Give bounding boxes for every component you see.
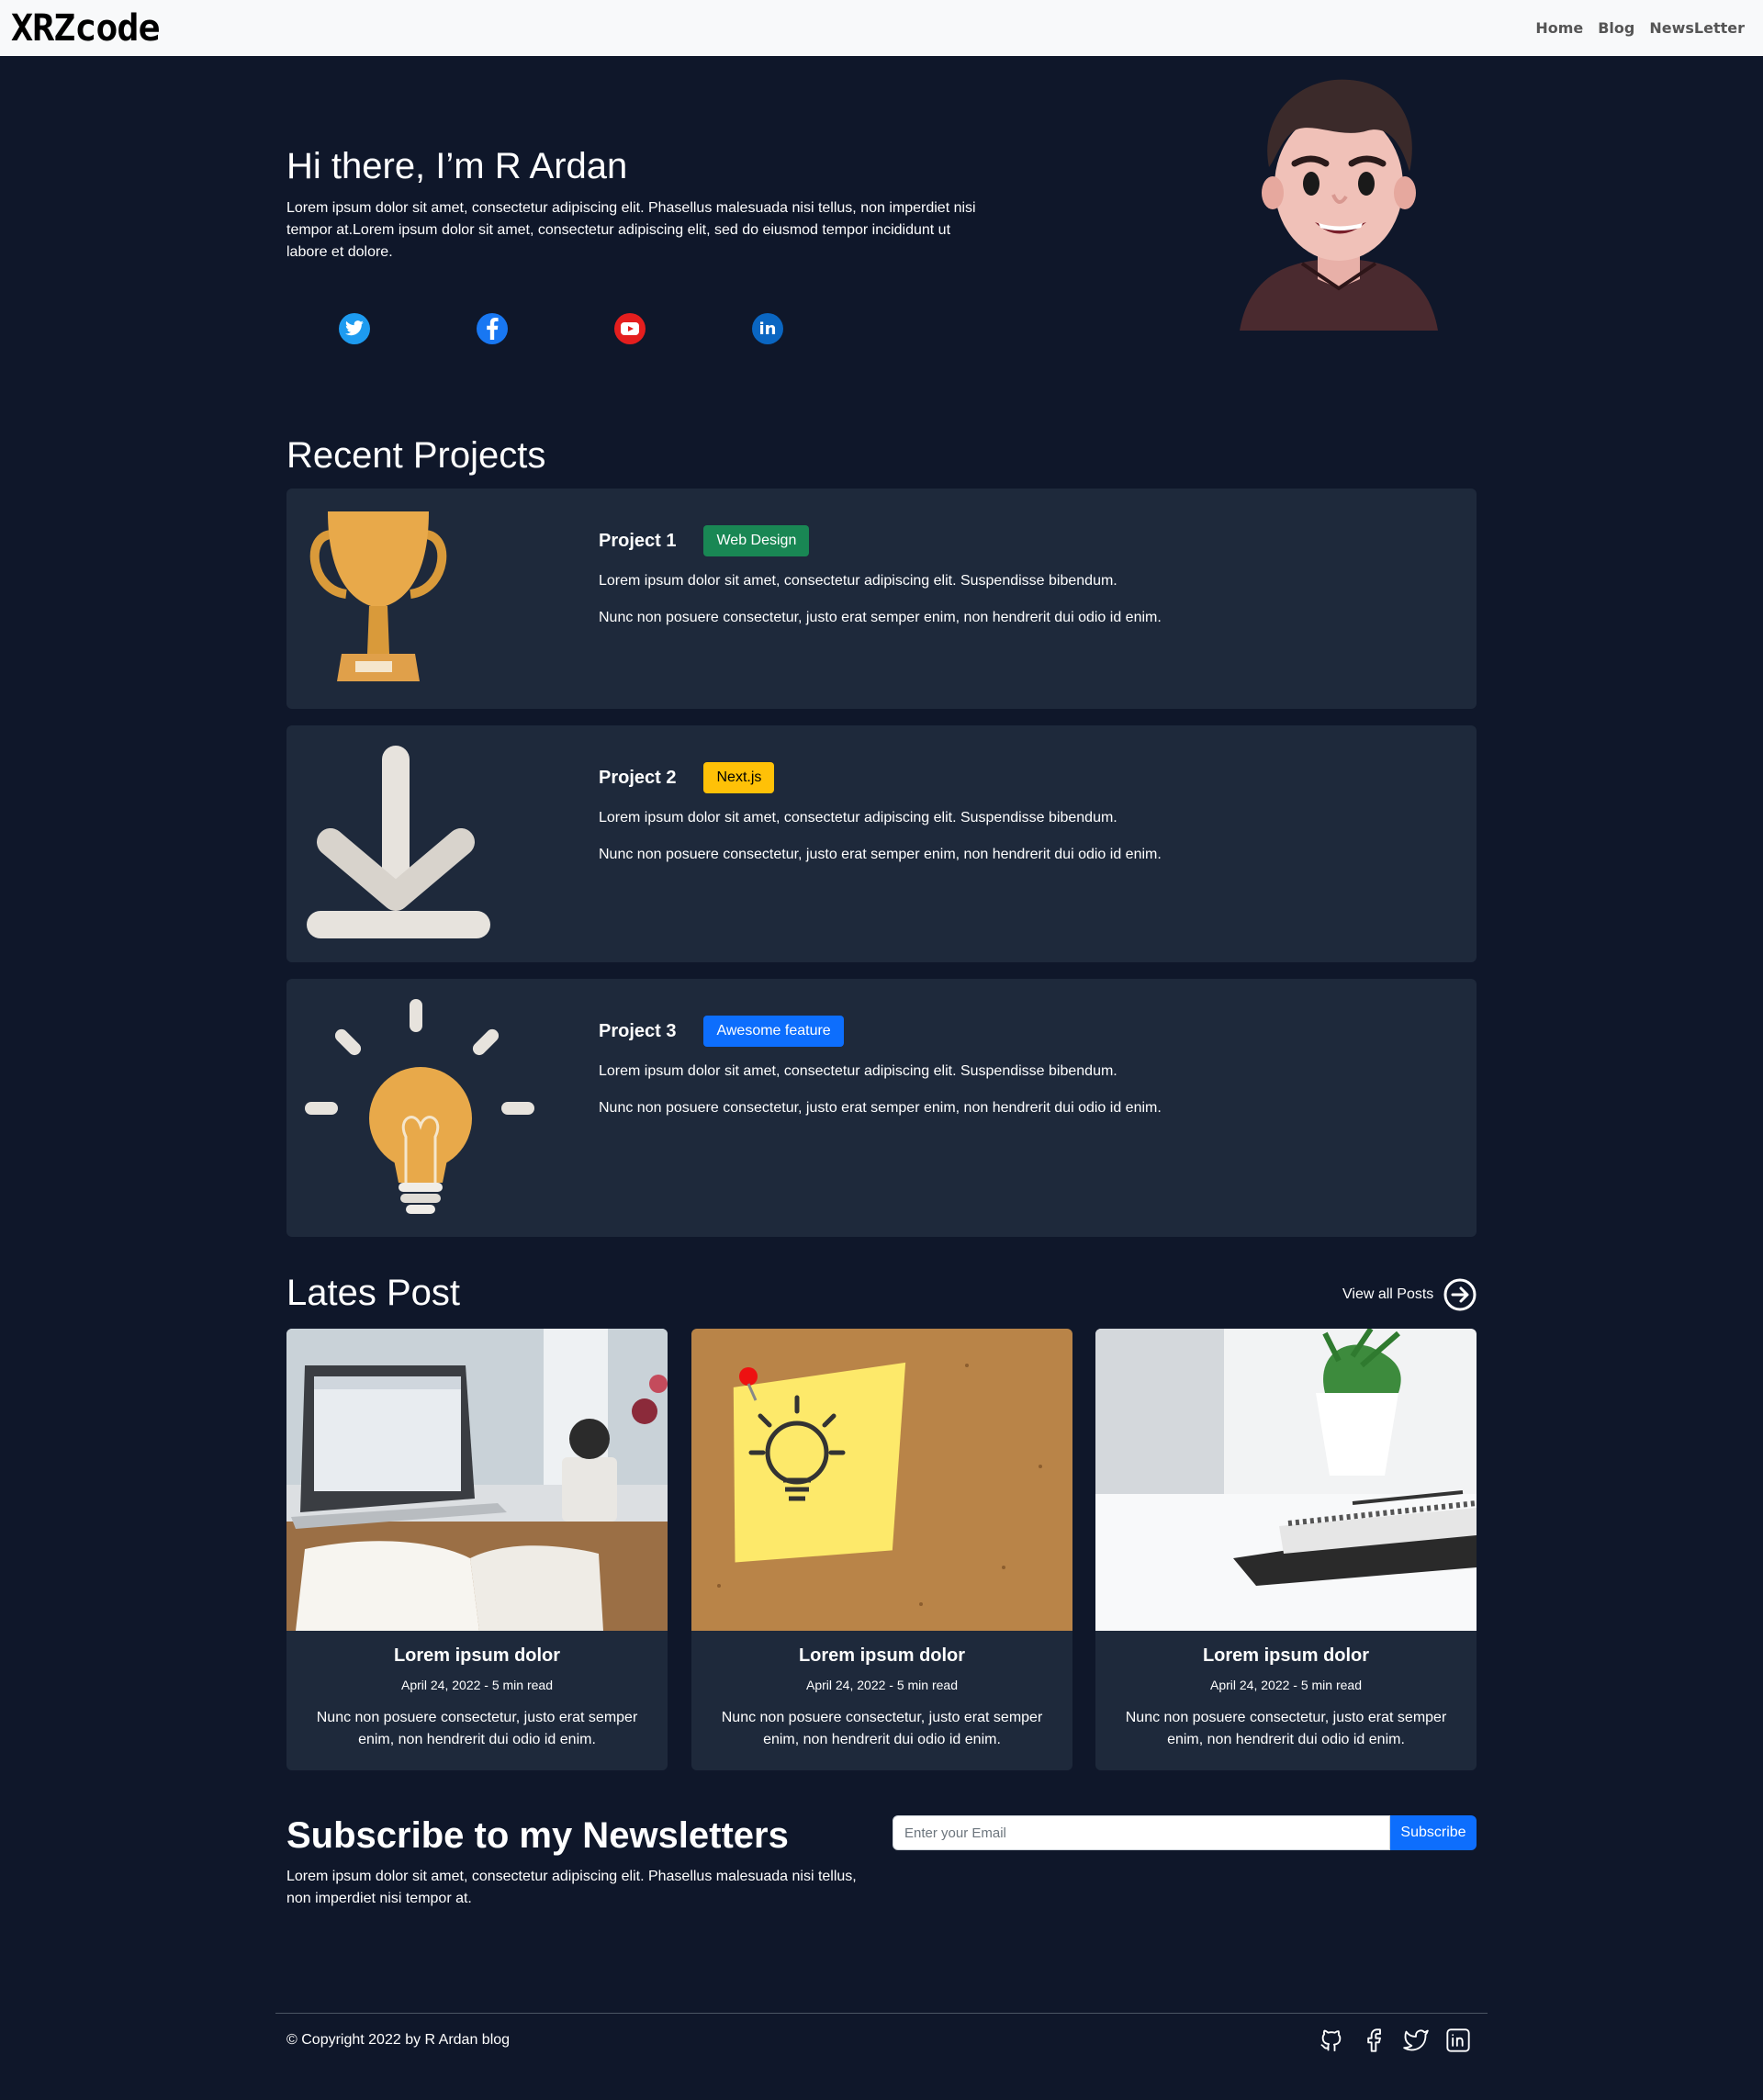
brand-logo[interactable]: XRZcode xyxy=(11,7,161,50)
trophy-icon xyxy=(309,511,447,681)
project-description: Nunc non posuere consectetur, justo erat… xyxy=(599,1100,1162,1116)
post-meta: April 24, 2022 - 5 min read xyxy=(806,1678,958,1692)
twitter-icon[interactable] xyxy=(1403,2027,1429,2053)
nav-newsletter-link[interactable]: NewsLetter xyxy=(1649,19,1745,37)
project-title: Project 2 xyxy=(599,767,677,788)
download-icon xyxy=(307,746,490,938)
project-info: Project 2 Next.js Lorem ipsum dolor sit … xyxy=(599,762,1162,863)
lightbulb-icon xyxy=(305,999,534,1214)
post-meta: April 24, 2022 - 5 min read xyxy=(1210,1678,1362,1692)
hero-social-links: in xyxy=(339,313,783,344)
project-card[interactable]: Project 1 Web Design Lorem ipsum dolor s… xyxy=(286,489,1477,709)
twitter-icon[interactable] xyxy=(339,313,370,344)
post-card[interactable]: Lorem ipsum dolor April 24, 2022 - 5 min… xyxy=(286,1329,668,1770)
avatar xyxy=(1240,79,1438,331)
facebook-icon[interactable] xyxy=(1361,2027,1387,2053)
newsletter-form: Subscribe xyxy=(893,1815,1477,1850)
project-description: Lorem ipsum dolor sit amet, consectetur … xyxy=(599,810,1117,825)
post-image-laptop xyxy=(286,1329,668,1631)
newsletter-description: Lorem ipsum dolor sit amet, consectetur … xyxy=(286,1869,857,1906)
nav-home-link[interactable]: Home xyxy=(1535,19,1583,37)
nav-links: Home Blog NewsLetter xyxy=(1535,19,1745,37)
email-input[interactable] xyxy=(893,1815,1390,1850)
subscribe-button[interactable]: Subscribe xyxy=(1390,1815,1477,1850)
post-image-sticky-note xyxy=(691,1329,1072,1631)
post-image-notebook xyxy=(1095,1329,1477,1631)
view-all-posts-link[interactable]: View all Posts xyxy=(1342,1277,1477,1312)
post-meta: April 24, 2022 - 5 min read xyxy=(401,1678,553,1692)
project-description: Lorem ipsum dolor sit amet, consectetur … xyxy=(599,573,1117,589)
project-description: Lorem ipsum dolor sit amet, consectetur … xyxy=(599,1063,1117,1079)
post-excerpt: Nunc non posuere consectetur, justo erat… xyxy=(1125,1710,1447,1747)
navbar: XRZcode Home Blog NewsLetter xyxy=(0,0,1763,56)
youtube-icon[interactable] xyxy=(614,313,646,344)
arrow-right-circle-icon xyxy=(1443,1278,1477,1311)
project-info: Project 3 Awesome feature Lorem ipsum do… xyxy=(599,1016,1162,1117)
nav-blog-link[interactable]: Blog xyxy=(1598,19,1634,37)
linkedin-icon[interactable] xyxy=(1445,2027,1471,2053)
post-title: Lorem ipsum dolor xyxy=(393,1645,561,1666)
post-title: Lorem ipsum dolor xyxy=(798,1645,966,1666)
projects-section-title: Recent Projects xyxy=(286,435,546,476)
project-title: Project 3 xyxy=(599,1020,677,1041)
project-title: Project 1 xyxy=(599,530,677,551)
posts-section-title: Lates Post xyxy=(286,1273,461,1313)
post-card[interactable]: Lorem ipsum dolor April 24, 2022 - 5 min… xyxy=(691,1329,1072,1770)
post-excerpt: Nunc non posuere consectetur, justo erat… xyxy=(721,1710,1043,1747)
project-description: Nunc non posuere consectetur, justo erat… xyxy=(599,610,1162,625)
post-excerpt: Nunc non posuere consectetur, justo erat… xyxy=(316,1710,638,1747)
post-card[interactable]: Lorem ipsum dolor April 24, 2022 - 5 min… xyxy=(1095,1329,1477,1770)
project-badge: Awesome feature xyxy=(703,1016,844,1047)
footer-divider xyxy=(275,2013,1488,2014)
newsletter-title: Subscribe to my Newsletters xyxy=(286,1815,789,1856)
project-description: Nunc non posuere consectetur, justo erat… xyxy=(599,847,1162,862)
facebook-icon[interactable] xyxy=(477,313,508,344)
project-badge: Web Design xyxy=(703,525,810,556)
linkedin-icon[interactable]: in xyxy=(752,313,783,344)
footer-social-links xyxy=(1319,2027,1471,2053)
hero-description: Lorem ipsum dolor sit amet, consectetur … xyxy=(286,200,976,260)
post-title: Lorem ipsum dolor xyxy=(1202,1645,1370,1666)
footer-copyright: © Copyright 2022 by R Ardan blog xyxy=(286,2032,511,2048)
hero-section: Hi there, I’m R Ardan Lorem ipsum dolor … xyxy=(286,142,984,264)
github-icon[interactable] xyxy=(1319,2027,1344,2053)
hero-title: Hi there, I’m R Ardan xyxy=(286,146,628,186)
view-all-label: View all Posts xyxy=(1342,1286,1434,1302)
project-card[interactable]: Project 3 Awesome feature Lorem ipsum do… xyxy=(286,979,1477,1237)
project-badge: Next.js xyxy=(703,762,775,793)
project-card[interactable]: Project 2 Next.js Lorem ipsum dolor sit … xyxy=(286,725,1477,962)
project-info: Project 1 Web Design Lorem ipsum dolor s… xyxy=(599,525,1162,626)
